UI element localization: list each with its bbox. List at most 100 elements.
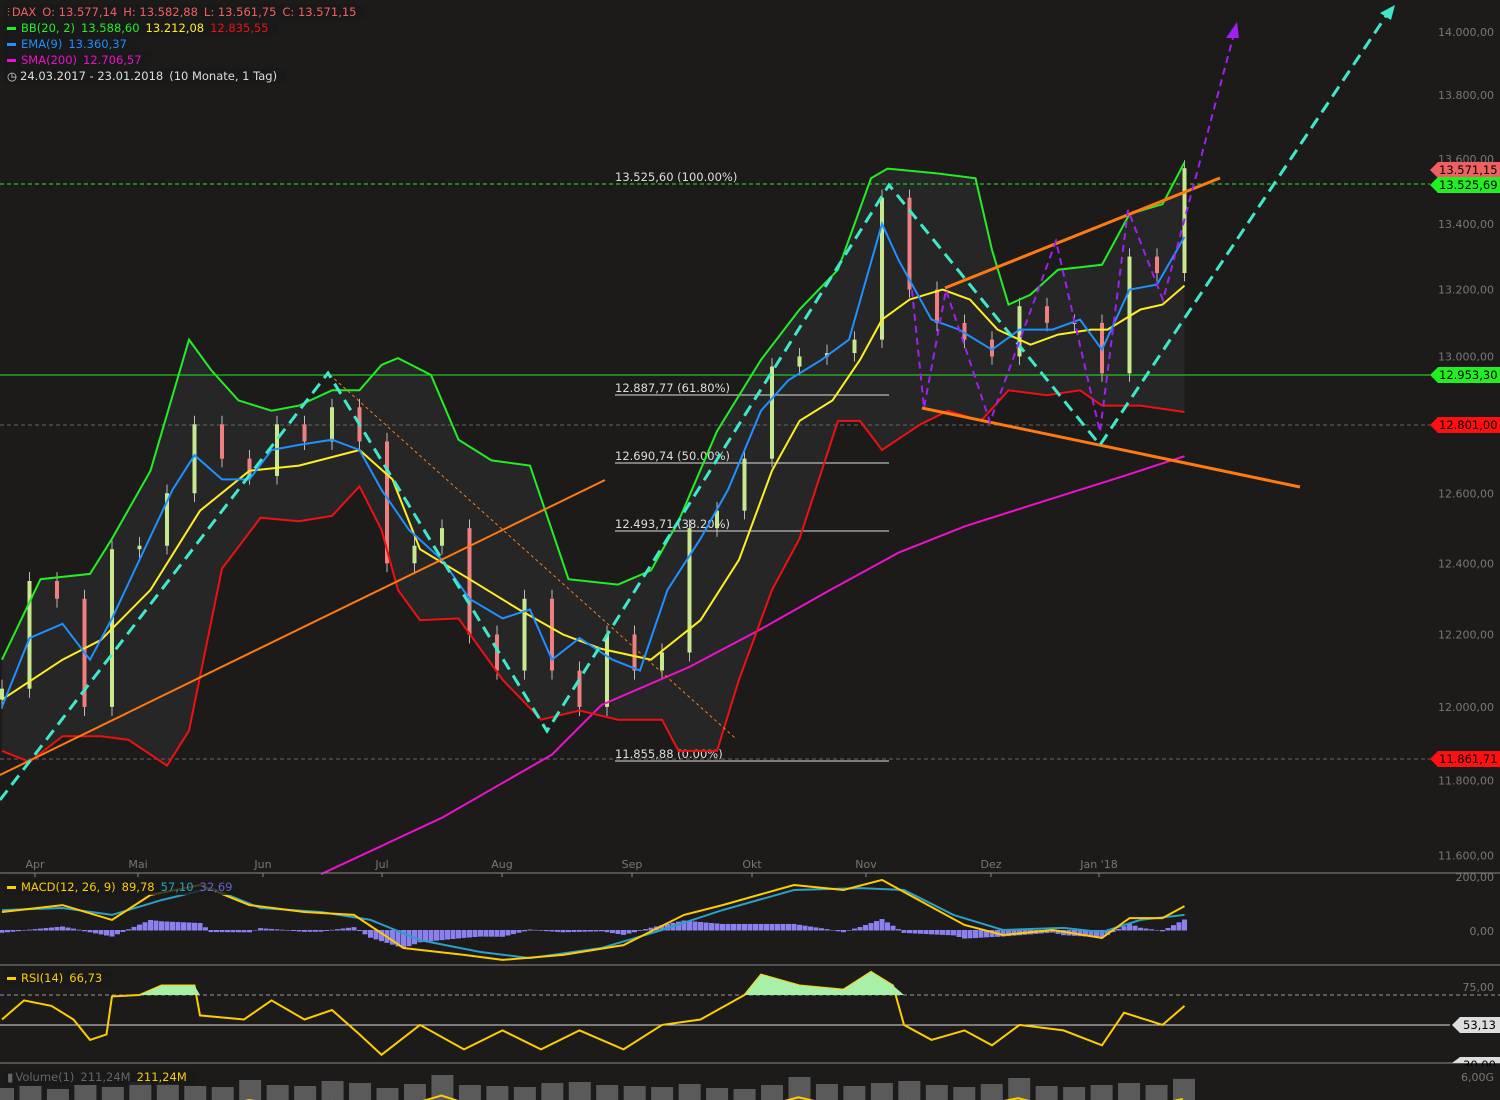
macd-histogram-bar	[775, 923, 780, 931]
svg-text:13.571,15: 13.571,15	[1439, 163, 1498, 177]
macd-histogram-bar	[214, 930, 219, 933]
close-value: C: 13.571,15	[282, 5, 357, 19]
macd-histogram-bar	[577, 930, 582, 932]
candle-body	[55, 581, 59, 599]
macd-histogram-bar	[544, 930, 549, 932]
month-label: Jun	[253, 858, 271, 871]
macd-histogram-bar	[709, 922, 714, 931]
macd-histogram-bar	[967, 930, 973, 939]
macd-histogram-bar	[461, 930, 467, 938]
macd-histogram-bar	[252, 929, 258, 931]
volume-bar	[403, 1084, 426, 1100]
macd-histogram-bar	[236, 930, 241, 933]
bb-legend[interactable]: BB(20, 2) 13.588,60 13.212,08 12.835,55	[4, 20, 278, 36]
macd-histogram-bar	[786, 923, 791, 931]
high-value: H: 13.582,88	[123, 5, 198, 19]
candle-body	[440, 528, 444, 546]
macd-histogram-bar	[483, 930, 489, 937]
macd-histogram-bar	[456, 930, 461, 939]
month-label: Sep	[622, 858, 643, 871]
rsi-30-tag: 30,00	[1452, 1057, 1500, 1072]
volume-bar	[623, 1086, 646, 1100]
macd-histogram-bar	[164, 921, 170, 931]
candle-body	[247, 458, 252, 476]
low-value: L: 13.561,75	[203, 5, 277, 19]
candle-body	[935, 289, 939, 323]
macd-histogram-bar	[549, 930, 555, 932]
macd-histogram-bar	[27, 929, 32, 931]
rsi-line	[1, 970, 1186, 1057]
month-label: Mai	[128, 858, 147, 871]
volume-bar	[184, 1086, 207, 1100]
volume-label: Volume(1)	[15, 1070, 75, 1084]
macd-histogram-bar	[863, 925, 868, 931]
macd-histogram-bar	[610, 930, 615, 934]
macd-legend[interactable]: MACD(12, 26, 9) 89,78 57,10 32,69	[4, 879, 242, 895]
macd-histogram-bar	[813, 927, 819, 931]
macd-histogram-bar	[951, 930, 956, 936]
macd-histogram-bar	[153, 920, 159, 931]
macd-histogram-bar	[566, 930, 571, 933]
macd-histogram-bar	[758, 923, 764, 931]
volume-bar	[74, 1085, 97, 1100]
macd-histogram-bar	[555, 930, 560, 932]
macd-histogram-bar	[54, 927, 60, 931]
svg-text:11.861,71: 11.861,71	[1439, 752, 1498, 766]
svg-text:53,13: 53,13	[1463, 1018, 1496, 1032]
rsi-axis-label: 75,00	[1463, 981, 1495, 994]
macd-histogram-bar	[269, 928, 274, 931]
price-axis-label: 11.800,00	[1438, 774, 1494, 787]
macd-histogram-bar	[593, 930, 599, 932]
candle-body	[797, 356, 802, 367]
candle-body	[302, 424, 307, 442]
macd-histogram-bar	[1154, 930, 1160, 931]
candle-body	[522, 598, 527, 671]
macd-histogram-bar	[1116, 928, 1121, 931]
macd-histogram-bar	[247, 930, 252, 933]
svg-text:12.953,30: 12.953,30	[1439, 368, 1498, 382]
price-chart[interactable]: 13.525,60 (100.00%) 12.887,77 (61.80%) 1…	[0, 0, 1500, 1100]
macd-histogram-bar	[219, 930, 225, 933]
macd-histogram-bar	[478, 930, 483, 937]
month-label: Jul	[374, 858, 388, 871]
macd-histogram-bar	[225, 930, 230, 933]
main-legend: ⫶ DAX O: 13.577,14 H: 13.582,88 L: 13.561,75…	[4, 4, 366, 20]
macd-histogram-bar	[302, 930, 307, 932]
macd-histogram-bar	[560, 930, 566, 933]
volume-bar	[678, 1084, 701, 1100]
macd-histogram-bar	[912, 930, 918, 934]
red-line-price-tag: 12.801,00	[1430, 417, 1500, 433]
macd-histogram-bar	[274, 929, 280, 931]
macd-histogram-bar	[230, 930, 236, 933]
volume-bar	[1118, 1083, 1141, 1100]
macd-histogram-bar	[1171, 925, 1176, 931]
macd-histogram-bar	[329, 929, 335, 931]
macd-histogram-bar	[1132, 925, 1138, 931]
macd-histogram-bar	[747, 923, 753, 931]
sma-legend[interactable]: SMA(200) 12.706,57	[4, 52, 151, 68]
volume-bar	[953, 1087, 976, 1100]
volume-bar	[870, 1083, 893, 1100]
channel-lower-line[interactable]	[921, 406, 1301, 489]
candle-body	[577, 670, 582, 707]
ema-legend[interactable]: EMA(9) 13.360,37	[4, 36, 136, 52]
volume-bar	[898, 1081, 921, 1100]
macd-histogram-bar	[368, 930, 373, 938]
macd-histogram-bar	[637, 930, 643, 931]
macd-histogram-bar	[802, 925, 808, 931]
macd-histogram-bar	[808, 926, 813, 931]
volume-legend[interactable]: ▮ Volume(1) 211,24M 211,24M	[4, 1069, 196, 1085]
macd-histogram-bar	[797, 924, 802, 931]
macd-histogram-bar	[830, 929, 835, 931]
macd-histogram-bar	[258, 928, 263, 931]
macd-histogram-bar	[148, 920, 153, 931]
candle-body	[660, 652, 664, 671]
rsi-legend[interactable]: RSI(14) 66,73	[4, 970, 112, 986]
macd-histogram-bar	[445, 930, 450, 940]
month-label: Dez	[980, 858, 1001, 871]
bb-mid-value: 13.212,08	[145, 21, 205, 35]
candle-body	[770, 366, 774, 459]
volume-bar	[294, 1086, 317, 1100]
volume-bar	[513, 1087, 536, 1100]
macd-histogram-bar	[263, 928, 269, 931]
